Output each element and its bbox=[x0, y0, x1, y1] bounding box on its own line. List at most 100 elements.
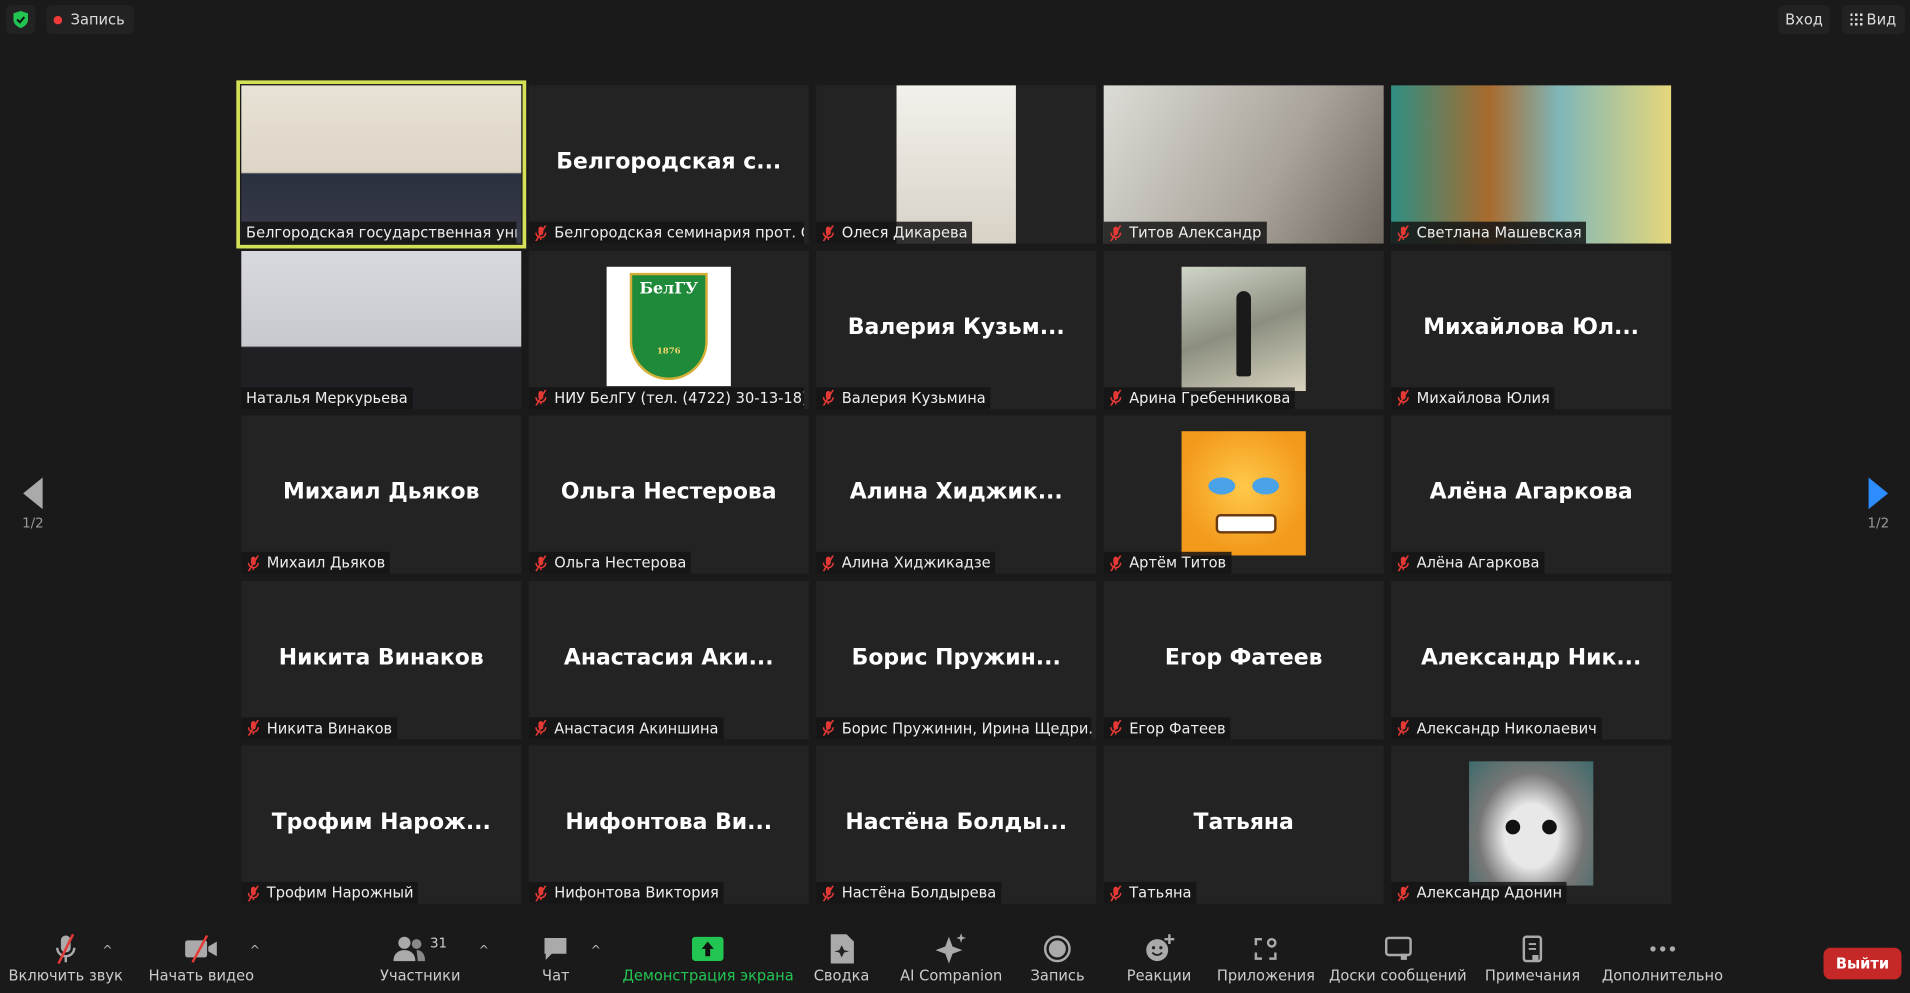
whiteboards-button[interactable]: Доски сообщений bbox=[1329, 931, 1467, 992]
participant-tile[interactable]: Алина Хиджик... Алина Хиджикадзе bbox=[816, 415, 1097, 574]
participant-tile[interactable]: Валерия Кузьм... Валерия Кузьмина bbox=[816, 250, 1097, 409]
notes-label: Примечания bbox=[1484, 967, 1581, 985]
apps-icon bbox=[1254, 937, 1277, 960]
participant-name: Алина Хиджикадзе bbox=[841, 554, 991, 572]
audio-options-caret[interactable]: ^ bbox=[102, 944, 112, 957]
participant-tile[interactable]: Анастасия Аки... Анастасия Акиншина bbox=[528, 580, 809, 739]
mic-muted-icon bbox=[535, 389, 547, 406]
share-screen-label: Демонстрация экрана bbox=[622, 967, 794, 985]
participant-name-label: Михайлова Юлия bbox=[1391, 386, 1555, 409]
reaction-emoji-icon bbox=[1145, 934, 1174, 962]
participant-video bbox=[1103, 85, 1384, 244]
participant-tile[interactable]: Михайлова Юл... Михайлова Юлия bbox=[1391, 250, 1672, 409]
leave-label: Выйти bbox=[1835, 954, 1890, 973]
leave-button[interactable]: Выйти bbox=[1823, 947, 1902, 980]
participant-name-label: Валерия Кузьмина bbox=[816, 386, 991, 409]
participant-display-name: Михайлова Юл... bbox=[1423, 314, 1640, 340]
reactions-button[interactable]: Реакции bbox=[1127, 931, 1191, 992]
share-screen-button[interactable]: Демонстрация экрана bbox=[622, 931, 794, 992]
participant-tile[interactable]: Титов Александр bbox=[1103, 85, 1384, 244]
more-button[interactable]: Дополнительно bbox=[1602, 931, 1723, 992]
participant-display-name: Михаил Дьяков bbox=[283, 479, 480, 505]
participant-name: Титов Александр bbox=[1129, 224, 1262, 242]
chat-label: Чат bbox=[542, 967, 570, 985]
summary-doc-icon bbox=[830, 934, 854, 964]
apps-button[interactable]: Приложения bbox=[1217, 931, 1315, 992]
chat-caret[interactable]: ^ bbox=[591, 944, 601, 957]
participant-tile[interactable]: Наталья Меркурьева bbox=[241, 250, 522, 409]
sparkle-icon bbox=[935, 933, 966, 964]
mic-muted-icon bbox=[1397, 224, 1409, 241]
participant-tile[interactable]: БелГУ 1876 НИУ БелГУ (тел. (4722) 30-13-18… bbox=[528, 250, 809, 409]
zoom-meeting-window: Запись Вход Вид 1/2 1/2 Белгородская гос… bbox=[0, 0, 1910, 993]
participant-name-label: Наталья Меркурьева bbox=[241, 386, 413, 409]
signin-label: Вход bbox=[1785, 10, 1823, 29]
participant-name-label: Нифонтова Виктория bbox=[528, 881, 724, 904]
video-options-caret[interactable]: ^ bbox=[250, 944, 260, 957]
participants-button[interactable]: 31 Участники bbox=[380, 931, 460, 992]
participant-tile[interactable]: Светлана Машевская bbox=[1391, 85, 1672, 244]
participant-name: Нифонтова Виктория bbox=[554, 884, 719, 902]
participant-tile[interactable]: Михаил Дьяков Михаил Дьяков bbox=[241, 415, 522, 574]
summary-button[interactable]: Сводка bbox=[814, 931, 869, 992]
participant-name: Александр Николаевич bbox=[1416, 719, 1597, 737]
participant-name: Михаил Дьяков bbox=[266, 554, 386, 572]
participant-tile[interactable]: Борис Пружин... Борис Пружинин, Ирина Щед… bbox=[816, 580, 1097, 739]
participant-name-label: Борис Пружинин, Ирина Щедри... bbox=[816, 716, 1092, 739]
mic-muted-icon bbox=[822, 554, 834, 571]
participant-tile[interactable]: Настёна Болды... Настёна Болдырева bbox=[816, 745, 1097, 904]
view-button[interactable]: Вид bbox=[1841, 4, 1906, 35]
participant-name: Татьяна bbox=[1129, 884, 1192, 902]
participant-name-label: Титов Александр bbox=[1103, 221, 1267, 244]
participant-tile[interactable]: Александр Адонин bbox=[1391, 745, 1672, 904]
participant-display-name: Настёна Болды... bbox=[845, 809, 1068, 835]
participant-display-name: Валерия Кузьм... bbox=[847, 314, 1065, 340]
arrow-left-icon bbox=[23, 477, 43, 510]
record-button[interactable]: Запись bbox=[1031, 931, 1085, 992]
participant-tile[interactable]: Никита Винаков Никита Винаков bbox=[241, 580, 522, 739]
participant-name-label: Егор Фатеев bbox=[1103, 716, 1231, 739]
mic-muted-icon bbox=[1397, 554, 1409, 571]
mic-muted-icon bbox=[535, 224, 547, 241]
participant-tile[interactable]: Трофим Нарож... Трофим Нарожный bbox=[241, 745, 522, 904]
participant-tile[interactable]: Алёна Агаркова Алёна Агаркова bbox=[1391, 415, 1672, 574]
next-page-button[interactable]: 1/2 bbox=[1860, 475, 1897, 531]
mic-muted-icon bbox=[822, 224, 834, 241]
ai-companion-button[interactable]: AI Companion bbox=[900, 931, 1002, 992]
chat-bubble-icon bbox=[544, 937, 567, 960]
notes-button[interactable]: Примечания bbox=[1485, 931, 1580, 992]
more-dots-icon bbox=[1650, 946, 1675, 952]
participant-tile[interactable]: Арина Гребенникова bbox=[1103, 250, 1384, 409]
participants-caret[interactable]: ^ bbox=[479, 944, 489, 957]
prev-page-button[interactable]: 1/2 bbox=[15, 475, 52, 531]
participant-name: НИУ БелГУ (тел. (4722) 30-13-18) bbox=[554, 389, 804, 407]
participant-tile[interactable]: Татьяна Татьяна bbox=[1103, 745, 1384, 904]
participant-tile[interactable]: Белгородская с... Белгородская семинария … bbox=[528, 85, 809, 244]
participant-display-name: Татьяна bbox=[1193, 809, 1294, 835]
participant-tile[interactable]: Артём Титов bbox=[1103, 415, 1384, 574]
participant-display-name: Алина Хиджик... bbox=[849, 479, 1063, 505]
participant-name-label: Ольга Нестерова bbox=[528, 551, 692, 574]
start-video-button[interactable]: Начать видео bbox=[149, 931, 254, 992]
participant-tile[interactable]: Ольга Нестерова Ольга Нестерова bbox=[528, 415, 809, 574]
participant-tile[interactable]: Белгородская государственная унив... bbox=[236, 80, 527, 249]
participant-tile[interactable]: Александр Ник... Александр Николаевич bbox=[1391, 580, 1672, 739]
grid-icon bbox=[1850, 13, 1863, 26]
participant-name: Белгородская семинария прот. С... bbox=[554, 224, 804, 242]
participant-name: Арина Гребенникова bbox=[1129, 389, 1291, 407]
mic-muted-icon bbox=[535, 719, 547, 736]
participant-display-name: Трофим Нарож... bbox=[271, 809, 491, 835]
participant-name-label: Анастасия Акиншина bbox=[528, 716, 724, 739]
recording-indicator[interactable]: Запись bbox=[46, 4, 134, 35]
arrow-right-icon bbox=[1868, 477, 1889, 510]
participant-tile[interactable]: Егор Фатеев Егор Фатеев bbox=[1103, 580, 1384, 739]
security-shield-button[interactable] bbox=[6, 4, 36, 35]
participant-tile[interactable]: Олеся Дикарева bbox=[816, 85, 1097, 244]
unmute-button[interactable]: Включить звук bbox=[9, 931, 123, 992]
chat-button[interactable]: Чат bbox=[542, 931, 570, 992]
participant-tile[interactable]: Нифонтова Ви... Нифонтова Виктория bbox=[528, 745, 809, 904]
participant-name: Егор Фатеев bbox=[1129, 719, 1226, 737]
participant-name-label: Михаил Дьяков bbox=[241, 551, 391, 574]
signin-button[interactable]: Вход bbox=[1778, 4, 1830, 35]
kitten-avatar bbox=[1469, 761, 1594, 886]
